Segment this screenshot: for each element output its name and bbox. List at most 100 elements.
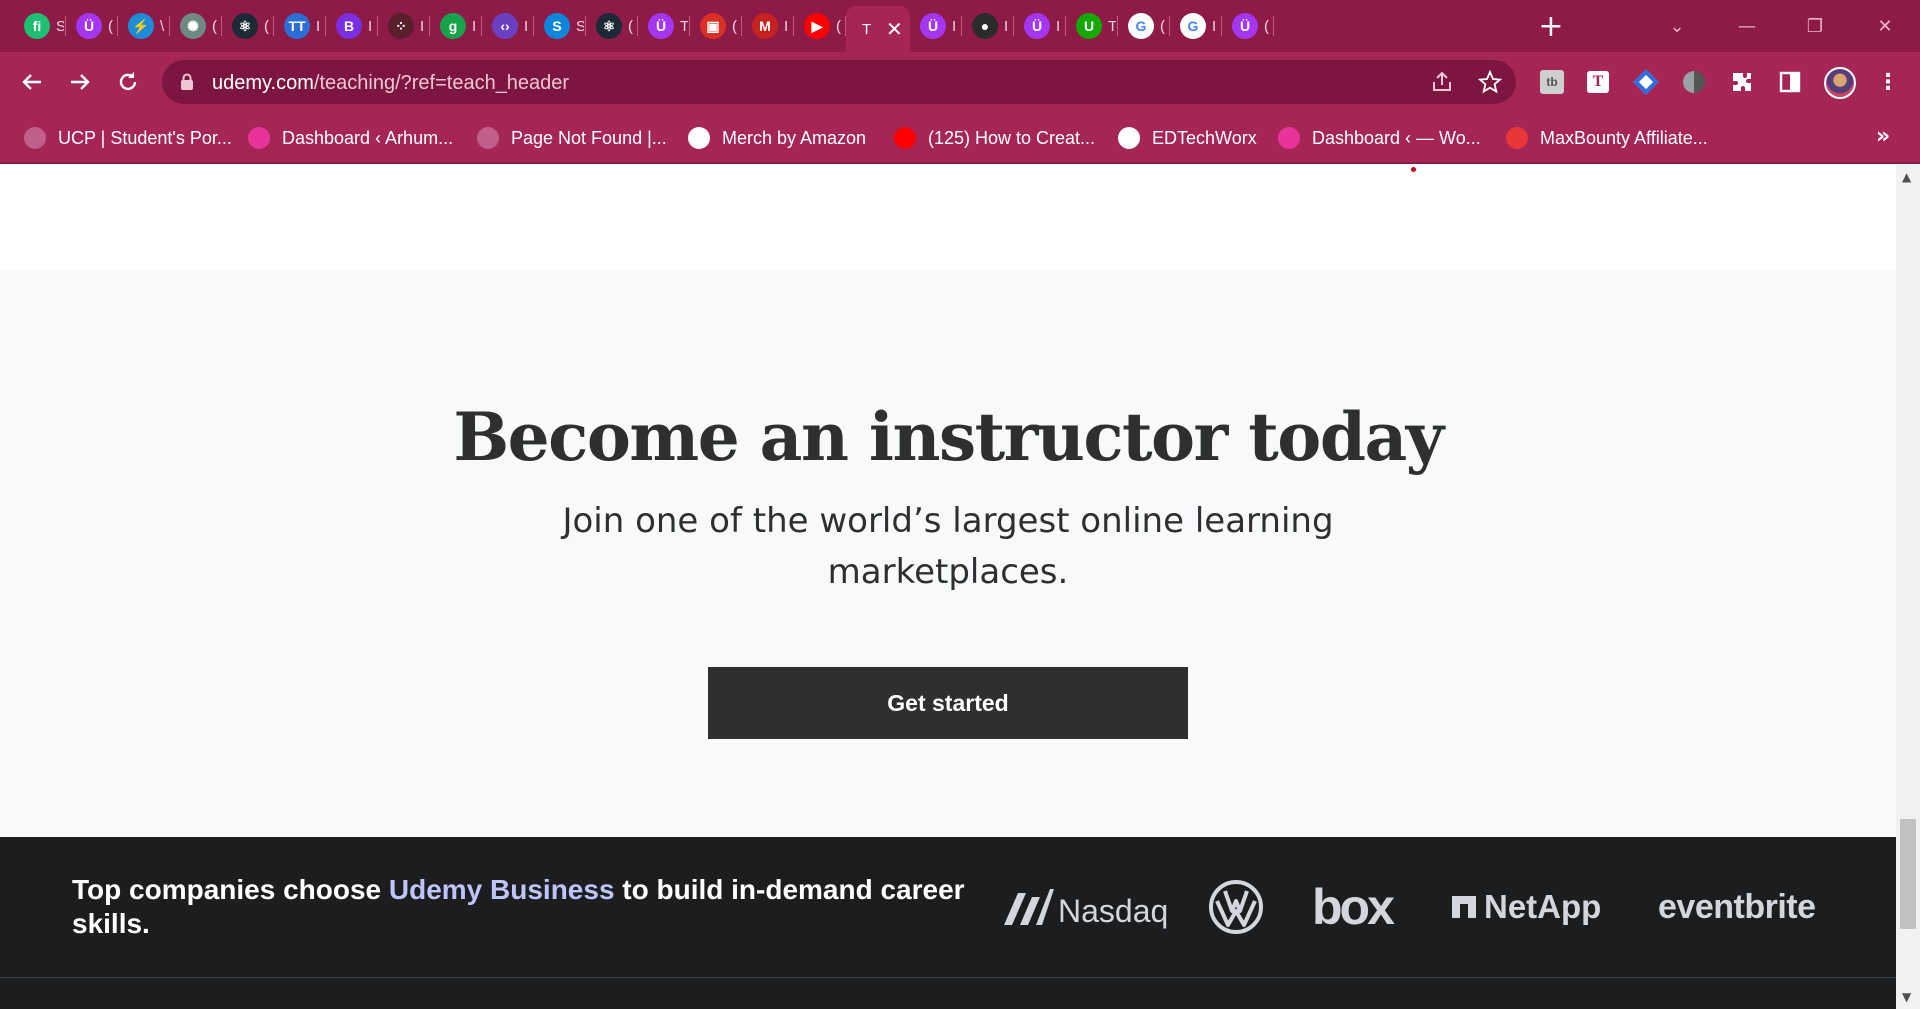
tab[interactable]: ⁘ I [378, 8, 430, 44]
udemy-business-link[interactable]: Udemy Business [389, 874, 615, 905]
maxbounty-icon [1506, 127, 1528, 149]
tab[interactable]: ● I [962, 8, 1014, 44]
tab[interactable]: SS [534, 8, 586, 44]
code-icon: ‹› [492, 13, 518, 39]
tab[interactable]: TT I [274, 8, 326, 44]
scrollbar-thumb[interactable] [1900, 819, 1916, 929]
url-host: udemy.com [212, 72, 314, 94]
tab[interactable]: ⚛( [586, 8, 638, 44]
bookmark-item[interactable]: EDTechWorx [1118, 124, 1257, 152]
tab[interactable]: ⚡ \ [118, 8, 170, 44]
tab[interactable]: UT [1066, 8, 1118, 44]
tagline-before: Top companies choose [72, 874, 389, 905]
tab-title: I [368, 17, 373, 35]
reload-icon [119, 72, 137, 91]
tab-title: ( [108, 17, 113, 35]
tab[interactable]: ✺( [170, 8, 222, 44]
tab[interactable]: fi S [14, 8, 66, 44]
page-scrollbar[interactable]: ▲ ▼ [1896, 164, 1920, 1009]
scroll-up-arrow-icon[interactable]: ▲ [1902, 170, 1911, 184]
tab-title: I [1056, 17, 1061, 35]
tab[interactable]: ▣( [690, 8, 742, 44]
minimize-button[interactable]: — [1724, 8, 1770, 44]
back-arrow-icon [22, 74, 41, 90]
tab[interactable]: ▶( [794, 8, 846, 44]
scroll-down-arrow-icon[interactable]: ▼ [1902, 990, 1911, 1004]
tab[interactable]: BI [326, 8, 378, 44]
bookmark-item[interactable]: Merch by Amazon [688, 124, 866, 152]
react-icon: ⚛ [596, 13, 622, 39]
chatgpt-icon: ✺ [180, 13, 206, 39]
wp-icon [1278, 127, 1300, 149]
udemy-business-band: Top companies choose Udemy Business to b… [0, 837, 1896, 1009]
forward-button[interactable] [62, 64, 98, 100]
extension-diamond-icon[interactable] [1632, 68, 1660, 96]
extension-shield-icon[interactable] [1680, 68, 1708, 96]
bookmark-item[interactable]: Dashboard ‹ — Wo... [1278, 124, 1481, 152]
extension-tb-icon[interactable]: tb [1538, 68, 1566, 96]
tab-title: T [862, 20, 872, 38]
new-tab-button[interactable]: + [1533, 8, 1569, 44]
bookmark-item[interactable]: Dashboard ‹ Arhum... [248, 124, 453, 152]
youtube-icon: ▶ [804, 13, 830, 39]
bookmark-item[interactable]: MaxBounty Affiliate... [1506, 124, 1708, 152]
address-bar[interactable]: udemy.com/teaching/?ref=teach_header [162, 60, 1516, 104]
tab[interactable]: ÜI [910, 8, 962, 44]
tab-title: I [316, 17, 321, 35]
bookmark-star-icon[interactable] [1478, 70, 1502, 94]
bookmark-label: Page Not Found |... [511, 127, 667, 148]
extensions-puzzle-icon[interactable] [1728, 68, 1756, 96]
bookmark-label: MaxBounty Affiliate... [1540, 127, 1708, 148]
bookmark-item[interactable]: (125) How to Creat... [894, 124, 1095, 152]
tab-search-icon[interactable]: ⌄ [1654, 8, 1700, 44]
close-tab-icon[interactable]: ✕ [886, 17, 903, 41]
tab[interactable]: Ü( [66, 8, 118, 44]
tab-title: ( [212, 17, 217, 35]
tab[interactable]: ‹› I [482, 8, 534, 44]
tab[interactable]: ÜT [638, 8, 690, 44]
extension-t-icon[interactable]: T [1584, 68, 1612, 96]
nasdaq-text: Nasdaq [1058, 892, 1169, 929]
share-icon[interactable] [1430, 70, 1454, 94]
tab-title: I [952, 17, 957, 35]
browser-menu-button[interactable]: ⋮ [1876, 66, 1900, 98]
bookmark-label: Merch by Amazon [722, 127, 867, 148]
amazon-icon [688, 127, 710, 149]
udemy-icon: Ü [920, 13, 946, 39]
ucp-icon [24, 127, 46, 149]
tab[interactable]: G( [1118, 8, 1170, 44]
reload-button[interactable] [110, 64, 146, 100]
close-window-button[interactable]: ✕ [1862, 8, 1908, 44]
tab[interactable]: ⚛( [222, 8, 274, 44]
bookmark-item[interactable]: Page Not Found |... [477, 124, 667, 152]
tab-title: ( [732, 17, 737, 35]
tab[interactable]: gI [430, 8, 482, 44]
tab-title: ( [1160, 17, 1165, 35]
bookmark-item[interactable]: UCP | Student's Por... [24, 124, 232, 152]
tab[interactable]: ÜI [1014, 8, 1066, 44]
tab[interactable]: Ü( [1222, 8, 1274, 44]
bookmark-label: UCP | Student's Por... [58, 127, 232, 148]
box-logo: box [1312, 877, 1395, 937]
tab-active[interactable]: TT✕ [846, 6, 910, 52]
url-text[interactable]: udemy.com/teaching/?ref=teach_header [212, 72, 569, 95]
business-tagline: Top companies choose Udemy Business to b… [72, 873, 972, 941]
tab-title: \ [160, 17, 165, 35]
side-panel-icon[interactable] [1776, 68, 1804, 96]
lock-icon[interactable] [180, 73, 194, 91]
udemy-icon: Ü [1232, 13, 1258, 39]
tab[interactable]: MI [742, 8, 794, 44]
get-started-button[interactable]: Get started [708, 667, 1188, 739]
tab-title: T [680, 17, 688, 35]
tab[interactable]: GI [1170, 8, 1222, 44]
back-button[interactable] [14, 64, 50, 100]
tab-title: S [56, 17, 64, 35]
restore-button[interactable]: ❐ [1792, 8, 1838, 44]
bookmarks-bar: UCP | Student's Por... Dashboard ‹ Arhum.… [0, 112, 1920, 164]
become-instructor-section: Become an instructor today Join one of t… [0, 270, 1896, 837]
profile-avatar[interactable] [1824, 67, 1856, 99]
bookmark-label: (125) How to Creat... [928, 127, 1096, 148]
tab-title: ( [628, 17, 633, 35]
bookmarks-overflow-icon[interactable]: » [1876, 124, 1890, 149]
tab-title: I [1212, 17, 1217, 35]
